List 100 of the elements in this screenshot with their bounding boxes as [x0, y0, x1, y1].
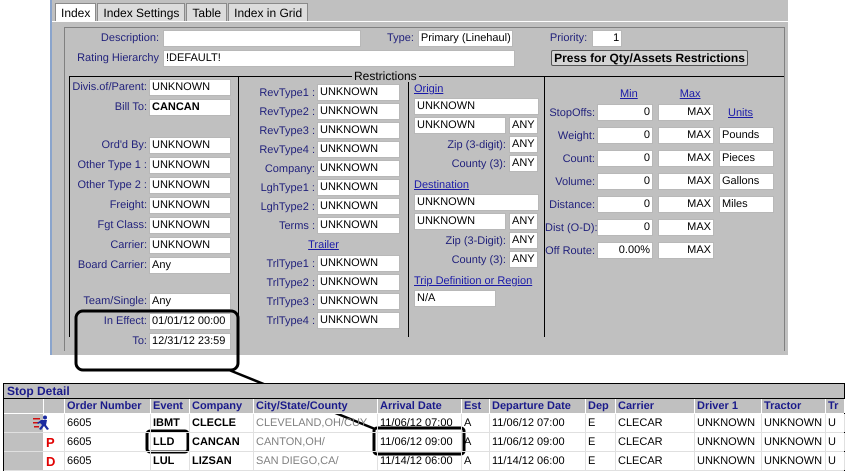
field-label: LghType1 :: [260, 182, 316, 194]
restrictions-button[interactable]: Press for Qty/Assets Restrictions: [551, 50, 748, 66]
input-field[interactable]: Gallons: [719, 173, 774, 190]
table-cell: LUL: [151, 452, 190, 470]
input-field[interactable]: UNKNOWN: [149, 216, 231, 234]
input-field[interactable]: 0: [597, 196, 653, 213]
type-field[interactable]: Primary (Linehaul): [418, 30, 513, 46]
input-field[interactable]: UNKNOWN: [149, 136, 231, 154]
field-label: Weight:: [556, 130, 596, 142]
input-field[interactable]: 0: [597, 173, 653, 190]
input-field[interactable]: UNKNOWN: [317, 255, 400, 272]
input-field[interactable]: Any: [149, 256, 231, 274]
input-field[interactable]: MAX: [658, 104, 714, 121]
column-header[interactable]: Company: [190, 399, 254, 413]
tab[interactable]: Index in Grid: [228, 3, 308, 21]
table-cell: 11/14/12 06:00: [490, 452, 586, 470]
input-field[interactable]: UNKNOWN: [317, 122, 400, 139]
input-field[interactable]: UNKNOWN: [317, 198, 400, 215]
column-header[interactable]: Tractor: [762, 399, 826, 413]
input-field[interactable]: UNKNOWN: [317, 312, 400, 329]
input-field[interactable]: 0: [597, 127, 653, 144]
column-header[interactable]: Driver 1: [695, 399, 762, 413]
input-field[interactable]: N/A: [414, 290, 496, 307]
input-field[interactable]: MAX: [658, 150, 714, 167]
input-field[interactable]: UNKNOWN: [414, 194, 539, 211]
input-field[interactable]: Any: [149, 292, 231, 310]
tab[interactable]: Table: [186, 3, 228, 21]
table-cell: UNKNOWN: [762, 414, 826, 432]
input-field[interactable]: MAX: [658, 219, 714, 236]
table-cell: CLECAR: [616, 414, 695, 432]
section-link[interactable]: Destination: [414, 179, 470, 191]
field-label: Volume:: [554, 176, 596, 188]
input-field[interactable]: UNKNOWN: [317, 160, 400, 177]
input-field[interactable]: MAX: [658, 196, 714, 213]
input-field[interactable]: 0.00%: [597, 242, 653, 259]
field-label: TrlType4 :: [266, 314, 316, 326]
input-field[interactable]: ANY: [509, 213, 538, 230]
input-field[interactable]: 01/01/12 00:00: [149, 312, 231, 330]
grid-title: Stop Detail: [4, 384, 844, 399]
tab[interactable]: Index Settings: [97, 3, 186, 21]
input-field[interactable]: UNKNOWN: [149, 236, 231, 254]
column-link[interactable]: Units: [728, 106, 754, 118]
table-cell: UNKNOWN: [695, 433, 762, 451]
column-link[interactable]: Max: [680, 88, 701, 100]
input-field[interactable]: ANY: [509, 251, 538, 268]
table-cell: U: [826, 452, 845, 470]
column-link[interactable]: Min: [620, 88, 638, 100]
input-field[interactable]: UNKNOWN: [149, 156, 231, 174]
field-label: Off Route:: [545, 244, 596, 256]
input-field[interactable]: UNKNOWN: [317, 141, 400, 158]
column-header[interactable]: Carrier: [616, 399, 695, 413]
input-field[interactable]: UNKNOWN: [317, 103, 400, 120]
input-field[interactable]: 12/31/12 23:59: [149, 332, 231, 350]
input-field[interactable]: Pieces: [719, 150, 774, 167]
section-link[interactable]: Trip Definition or Region: [414, 275, 532, 287]
column-header[interactable]: City/State/County: [254, 399, 378, 413]
input-field[interactable]: 0: [597, 150, 653, 167]
row-selector[interactable]: [4, 414, 44, 432]
column-header[interactable]: Dep: [586, 399, 616, 413]
input-field[interactable]: UNKNOWN: [149, 78, 231, 96]
column-header[interactable]: Order Number: [65, 399, 151, 413]
input-field[interactable]: 0: [597, 219, 653, 236]
input-field[interactable]: UNKNOWN: [149, 196, 231, 214]
input-field[interactable]: UNKNOWN: [414, 213, 506, 230]
input-field[interactable]: ANY: [509, 155, 538, 172]
input-field[interactable]: UNKNOWN: [317, 217, 400, 234]
column-header[interactable]: Tr: [826, 399, 845, 413]
column-header[interactable]: Departure Date: [490, 399, 586, 413]
column-header[interactable]: Event: [151, 399, 190, 413]
field-label: Other Type 2 :: [76, 179, 148, 191]
field-label: Priority:: [550, 32, 588, 44]
description-field[interactable]: [163, 30, 361, 46]
priority-field[interactable]: 1: [592, 30, 622, 46]
tab[interactable]: Index: [55, 3, 96, 21]
table-cell: UNKNOWN: [762, 433, 826, 451]
input-field[interactable]: Pounds: [719, 127, 774, 144]
input-field[interactable]: ANY: [509, 232, 538, 249]
input-field[interactable]: UNKNOWN: [317, 293, 400, 310]
table-cell: 11/06/12 09:00: [490, 433, 586, 451]
input-field[interactable]: Miles: [719, 196, 774, 213]
input-field[interactable]: UNKNOWN: [317, 84, 400, 101]
input-field[interactable]: MAX: [658, 242, 714, 259]
input-field[interactable]: MAX: [658, 173, 714, 190]
input-field[interactable]: CANCAN: [149, 98, 231, 116]
stop-type-marker: P: [46, 434, 55, 450]
input-field[interactable]: UNKNOWN: [317, 274, 400, 291]
section-link[interactable]: Trailer: [308, 238, 339, 250]
input-field[interactable]: UNKNOWN: [414, 98, 539, 115]
input-field[interactable]: ANY: [509, 136, 538, 153]
column-header[interactable]: Est: [462, 399, 490, 413]
rating-hierarchy-field[interactable]: !DEFAULT!: [163, 50, 515, 66]
table-cell: IBMT: [151, 414, 190, 432]
input-field[interactable]: ANY: [509, 117, 538, 134]
section-link[interactable]: Origin: [414, 83, 444, 95]
input-field[interactable]: UNKNOWN: [414, 117, 506, 134]
column-header[interactable]: Arrival Date: [378, 399, 462, 413]
input-field[interactable]: UNKNOWN: [149, 176, 231, 194]
input-field[interactable]: UNKNOWN: [317, 179, 400, 196]
input-field[interactable]: MAX: [658, 127, 714, 144]
input-field[interactable]: 0: [597, 104, 653, 121]
